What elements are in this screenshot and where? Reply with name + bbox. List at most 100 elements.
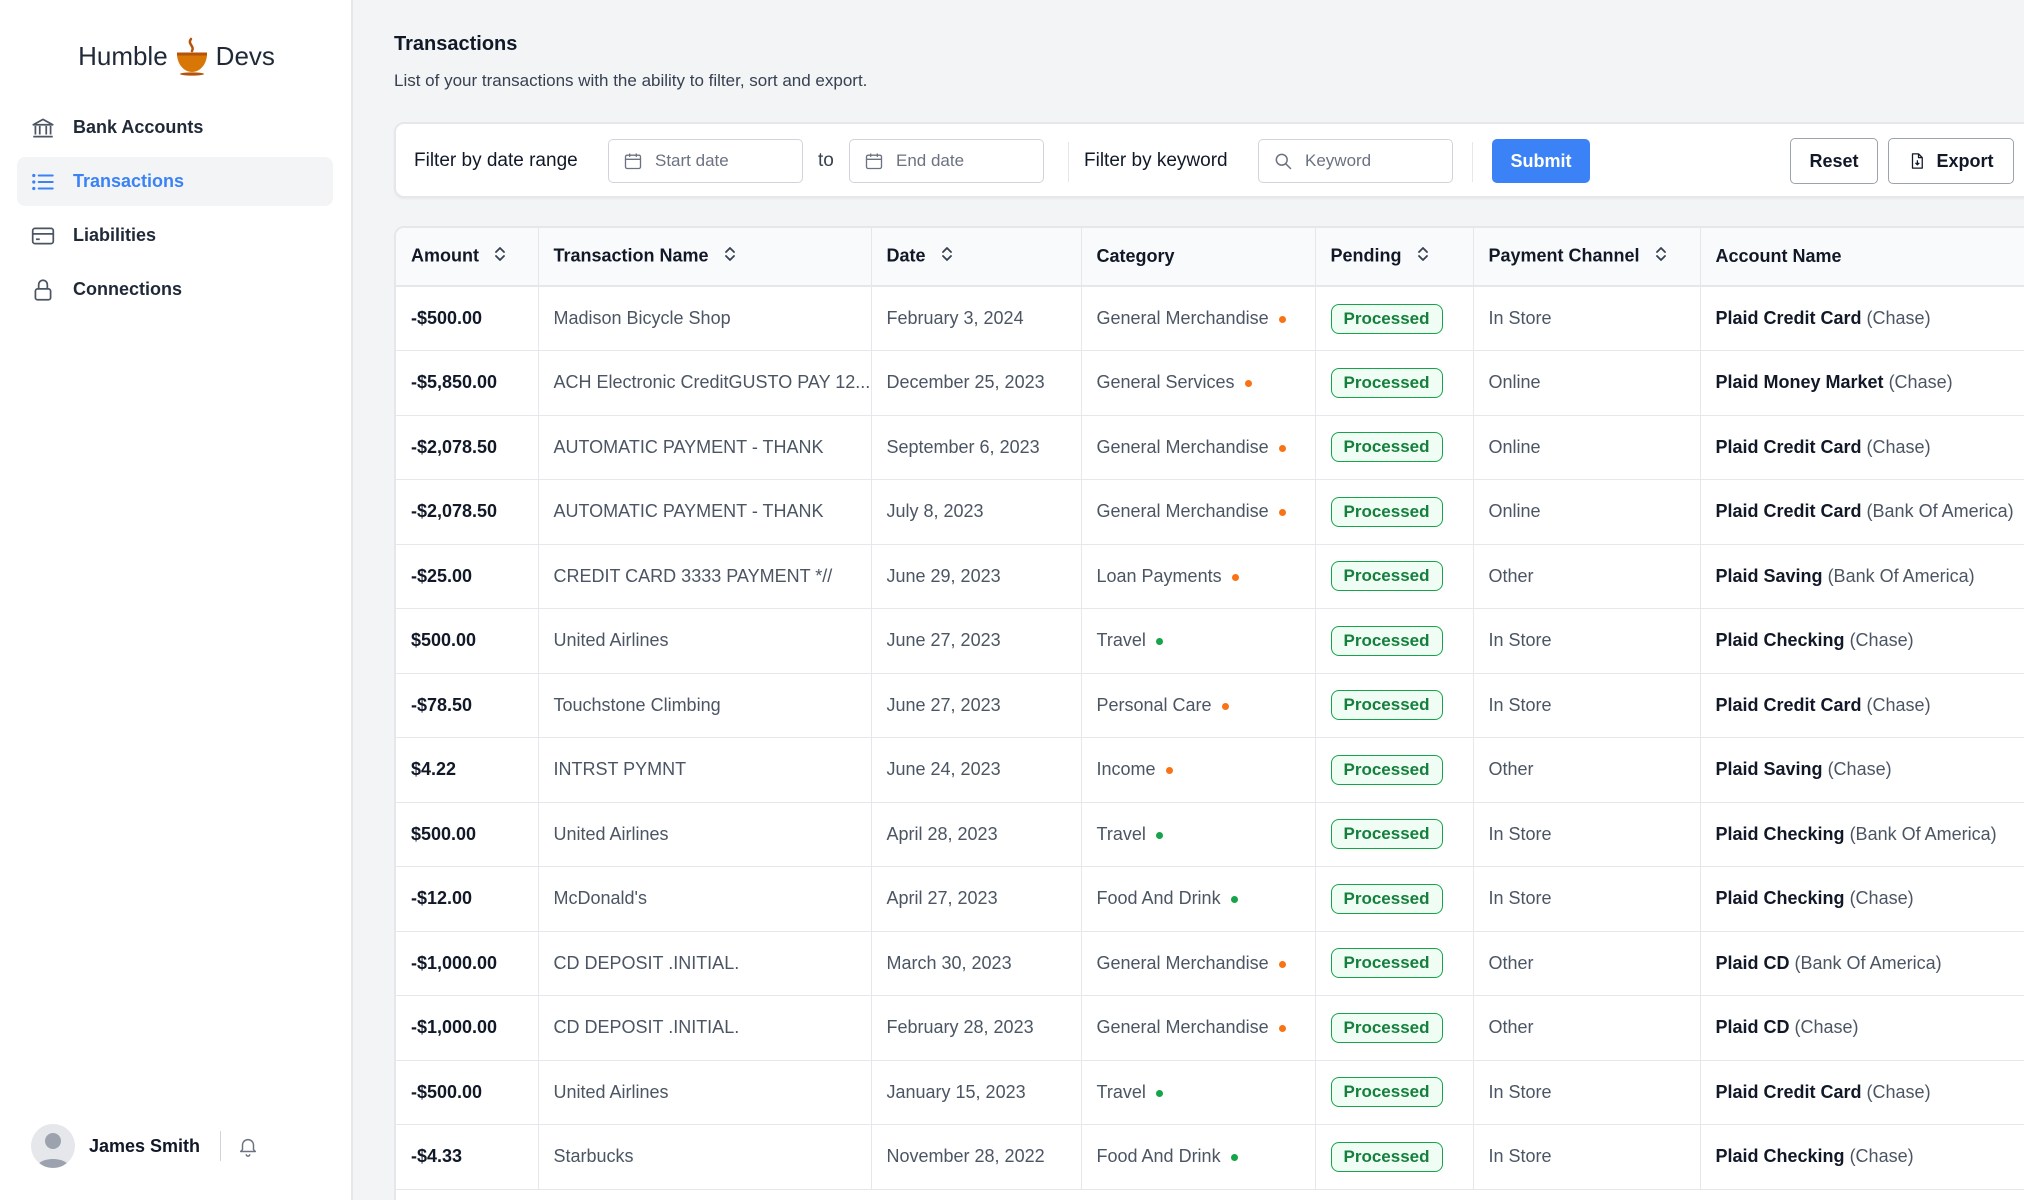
sidebar-item-transactions[interactable]: Transactions <box>17 157 333 206</box>
cell-date: February 28, 2023 <box>871 995 1082 1061</box>
table-row[interactable]: -$4.33 Starbucks November 28, 2022 Food And… <box>396 1124 2024 1190</box>
cell-transaction-name: AUTOMATIC PAYMENT - THANK <box>538 479 872 545</box>
cell-category: Food And Drink <box>1081 866 1316 932</box>
column-header-payment-channel[interactable]: Payment Channel <box>1473 228 1701 287</box>
category-label: General Merchandise <box>1096 952 1269 973</box>
column-header-transaction-name[interactable]: Transaction Name <box>538 228 872 287</box>
bank-name: (Chase) <box>1866 694 1931 715</box>
cell-date: January 15, 2023 <box>871 1060 1082 1125</box>
status-badge: Processed <box>1330 883 1443 914</box>
cell-date: April 27, 2023 <box>871 866 1082 932</box>
start-date-placeholder: Start date <box>655 151 729 170</box>
submit-button[interactable]: Submit <box>1492 139 1590 183</box>
category-label: Loan Payments <box>1096 565 1222 586</box>
cell-transaction-name: United Airlines <box>538 802 872 867</box>
cell-pending: Processed <box>1315 1060 1474 1125</box>
cell-transaction-name: Touchstone Climbing <box>538 673 872 738</box>
bank-name: (Chase) <box>1794 1017 1859 1038</box>
page-subtitle: List of your transactions with the abili… <box>394 71 868 90</box>
cell-transaction-name: McDonald's <box>538 866 872 932</box>
table-row[interactable]: $500.00 United Airlines June 27, 2023 Trave… <box>396 608 2024 674</box>
table-row[interactable]: -$78.50 Touchstone Climbing June 27, 2023 P… <box>396 673 2024 738</box>
cell-pending: Processed <box>1315 995 1474 1061</box>
table-body: -$500.00 Madison Bicycle Shop February 3, … <box>396 286 2024 1190</box>
cell-amount: -$12.00 <box>396 866 539 932</box>
table-row[interactable]: -$25.00 CREDIT CARD 3333 PAYMENT *//June … <box>396 544 2024 609</box>
sidebar-item-label: Bank Accounts <box>73 117 204 137</box>
cell-pending: Processed <box>1315 350 1474 416</box>
cell-payment-channel: Other <box>1473 737 1701 803</box>
cell-pending: Processed <box>1315 286 1474 351</box>
cell-account-name: Plaid Checking (Chase) <box>1700 866 2024 932</box>
category-label: Income <box>1096 759 1156 780</box>
status-badge: Processed <box>1330 1141 1443 1172</box>
bell-icon[interactable] <box>235 1133 261 1159</box>
table-row[interactable]: -$5,850.00 ACH Electronic CreditGUSTO PAY… <box>396 350 2024 416</box>
keyword-input[interactable]: Keyword <box>1258 139 1453 183</box>
table-row[interactable]: -$1,000.00 CD DEPOSIT .INITIAL. March 30, … <box>396 931 2024 996</box>
table-row[interactable]: -$500.00 Madison Bicycle Shop February 3, … <box>396 286 2024 351</box>
cell-account-name: Plaid CD (Chase) <box>1700 995 2024 1061</box>
cell-pending: Processed <box>1315 544 1474 609</box>
user-profile[interactable]: James Smith <box>31 1124 261 1168</box>
category-dot <box>1278 315 1286 323</box>
category-dot <box>1155 831 1163 839</box>
sidebar-item-label: Connections <box>73 279 183 299</box>
table-row[interactable]: $500.00 United Airlines April 28, 2023 Trav… <box>396 802 2024 867</box>
cell-payment-channel: In Store <box>1473 673 1701 738</box>
keyword-label: Filter by keyword <box>1084 150 1228 171</box>
sort-icon[interactable] <box>1416 245 1430 268</box>
table-header-row: Amount Transaction Name Date Category Pe… <box>396 228 2024 287</box>
reset-button[interactable]: Reset <box>1790 138 1878 184</box>
cell-transaction-name: CREDIT CARD 3333 PAYMENT *// <box>538 544 872 609</box>
sidebar-item-connections[interactable]: Connections <box>17 265 333 314</box>
cell-account-name: Plaid Checking (Bank Of America) <box>1700 802 2024 867</box>
category-dot <box>1278 444 1286 452</box>
table-row[interactable]: -$12.00 McDonald's April 27, 2023 Food And … <box>396 866 2024 932</box>
export-button[interactable]: Export <box>1888 138 2014 184</box>
cell-category: Loan Payments <box>1081 544 1316 609</box>
bank-name: (Chase) <box>1849 1146 1914 1167</box>
cell-amount: -$2,078.50 <box>396 415 539 480</box>
brand-name-left: Humble <box>78 40 168 71</box>
cell-transaction-name: CD DEPOSIT .INITIAL. <box>538 995 872 1061</box>
brand-logo[interactable]: Humble Devs <box>0 32 353 80</box>
table-row[interactable]: -$1,000.00 CD DEPOSIT .INITIAL. February 2… <box>396 995 2024 1061</box>
end-date-input[interactable]: End date <box>849 139 1044 183</box>
cell-category: Travel <box>1081 802 1316 867</box>
account-name: Plaid Credit Card <box>1715 436 1862 457</box>
sort-icon[interactable] <box>723 245 737 268</box>
column-header-date[interactable]: Date <box>871 228 1082 287</box>
sidebar-item-liabilities[interactable]: Liabilities <box>17 211 333 260</box>
column-header-amount[interactable]: Amount <box>396 228 539 287</box>
category-dot <box>1230 1154 1238 1161</box>
cell-payment-channel: Online <box>1473 479 1701 545</box>
sort-icon[interactable] <box>1654 245 1668 268</box>
file-export-icon <box>1908 151 1926 171</box>
lock-icon <box>29 276 57 304</box>
category-label: Personal Care <box>1096 694 1212 715</box>
cell-category: Food And Drink <box>1081 1124 1316 1190</box>
status-badge: Processed <box>1330 819 1443 850</box>
cell-transaction-name: United Airlines <box>538 608 872 674</box>
sidebar-item-bank-accounts[interactable]: Bank Accounts <box>17 103 333 152</box>
cell-transaction-name: INTRST PYMNT <box>538 737 872 803</box>
start-date-input[interactable]: Start date <box>608 139 803 183</box>
table-row[interactable]: -$2,078.50 AUTOMATIC PAYMENT - THANK July … <box>396 479 2024 545</box>
cell-account-name: Plaid Saving (Bank Of America) <box>1700 544 2024 609</box>
bank-name: (Chase) <box>1866 308 1931 328</box>
account-name: Plaid Checking <box>1715 888 1845 909</box>
table-row[interactable]: $4.22 INTRST PYMNT June 24, 2023 Income Proc… <box>396 737 2024 803</box>
sidebar-nav: Bank Accounts Transactions Liabilities C… <box>17 103 333 319</box>
cell-category: Travel <box>1081 608 1316 674</box>
category-label: Travel <box>1096 1081 1146 1102</box>
cell-transaction-name: Madison Bicycle Shop <box>538 286 872 351</box>
sort-icon[interactable] <box>493 245 507 268</box>
bank-name: (Chase) <box>1866 1081 1931 1102</box>
sort-icon[interactable] <box>940 245 954 268</box>
keyword-placeholder: Keyword <box>1305 151 1372 170</box>
column-header-pending[interactable]: Pending <box>1315 228 1474 287</box>
avatar[interactable] <box>31 1124 75 1168</box>
table-row[interactable]: -$500.00 United Airlines January 15, 2023 T… <box>396 1060 2024 1125</box>
table-row[interactable]: -$2,078.50 AUTOMATIC PAYMENT - THANK Septe… <box>396 415 2024 480</box>
